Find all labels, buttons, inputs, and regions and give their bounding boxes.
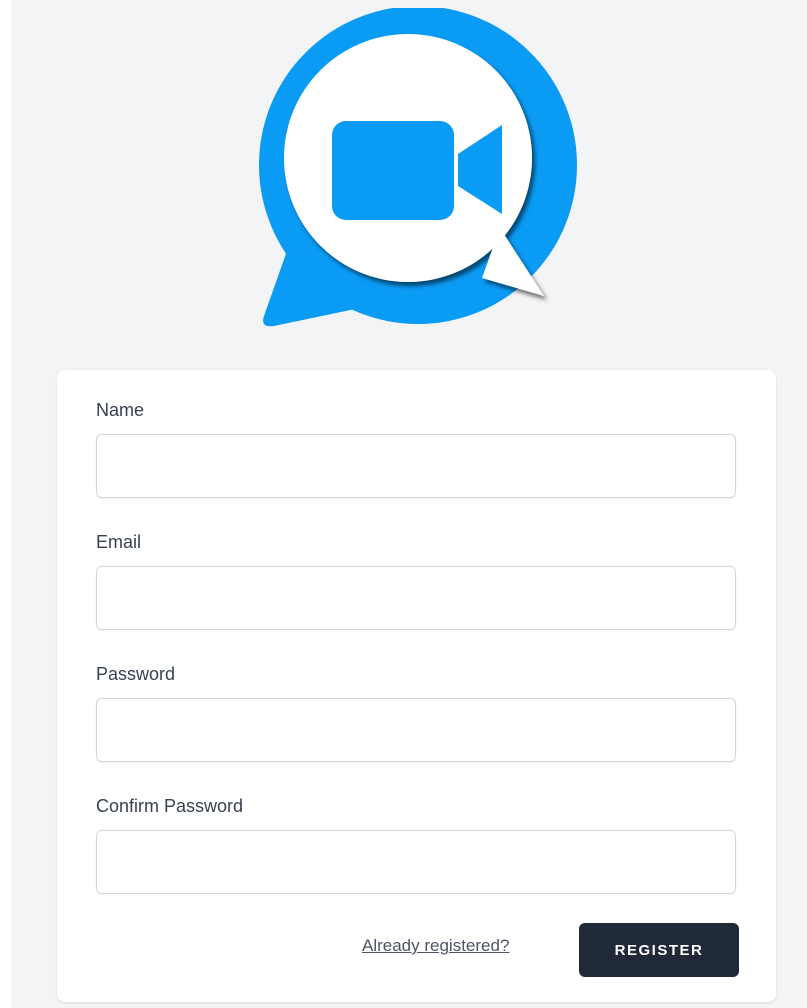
app-logo — [250, 6, 590, 338]
name-label: Name — [96, 400, 145, 420]
left-edge-strip — [0, 0, 11, 1008]
confirm-password-label: Confirm Password — [96, 796, 244, 816]
already-registered-link[interactable]: Already registered? — [362, 936, 509, 956]
name-field[interactable] — [96, 434, 736, 498]
register-button[interactable]: REGISTER — [579, 923, 739, 977]
password-label: Password — [96, 664, 176, 684]
video-camera-chat-bubble-icon — [259, 6, 577, 327]
register-card: Name Email Password Confirm Password Alr… — [57, 370, 776, 1002]
register-page: Name Email Password Confirm Password Alr… — [0, 0, 807, 1008]
email-label: Email — [96, 532, 142, 552]
email-field[interactable] — [96, 566, 736, 630]
password-field[interactable] — [96, 698, 736, 762]
confirm-password-field[interactable] — [96, 830, 736, 894]
